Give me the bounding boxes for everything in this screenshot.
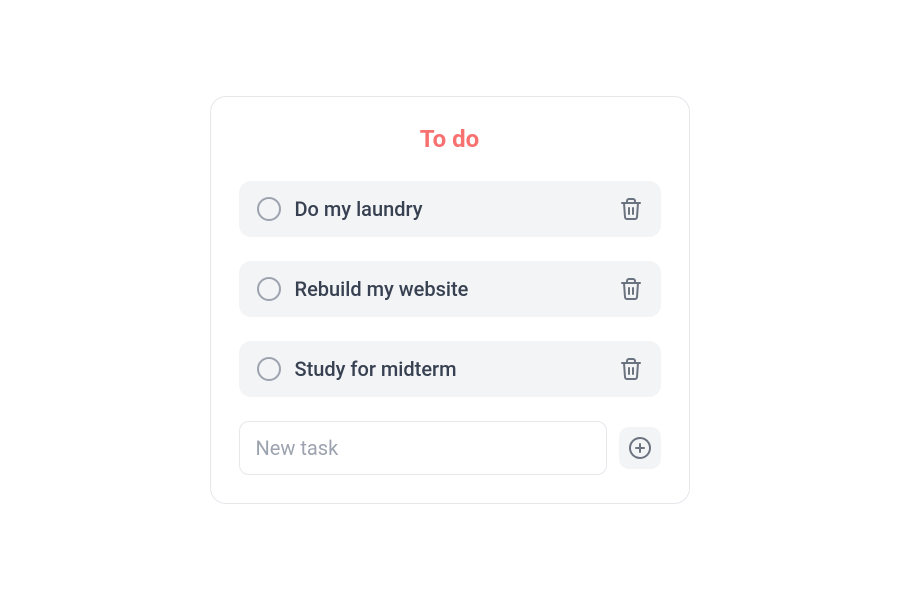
plus-circle-icon [628,436,652,460]
todo-card: To do Do my laundry Rebuild my website [210,96,690,504]
task-checkbox[interactable] [257,357,281,381]
new-task-input[interactable] [239,421,607,475]
task-label: Study for midterm [295,357,605,381]
delete-button[interactable] [619,197,643,221]
task-item: Do my laundry [239,181,661,237]
add-task-button[interactable] [619,427,661,469]
new-task-row [239,421,661,475]
task-checkbox[interactable] [257,277,281,301]
delete-button[interactable] [619,357,643,381]
task-label: Do my laundry [295,197,605,221]
page-title: To do [239,125,661,153]
task-checkbox[interactable] [257,197,281,221]
task-item: Study for midterm [239,341,661,397]
delete-button[interactable] [619,277,643,301]
trash-icon [619,277,643,301]
task-label: Rebuild my website [295,277,605,301]
trash-icon [619,357,643,381]
task-list: Do my laundry Rebuild my website [239,181,661,397]
trash-icon [619,197,643,221]
task-item: Rebuild my website [239,261,661,317]
